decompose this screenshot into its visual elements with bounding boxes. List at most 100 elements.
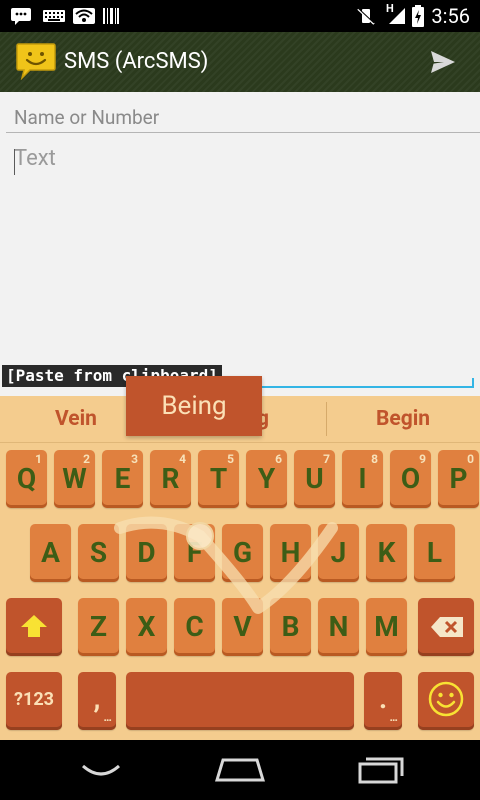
key-n[interactable]: N [318, 598, 359, 656]
key-d-label: D [137, 536, 156, 569]
key-x-label: X [137, 610, 156, 643]
key-q-number-hint: 1 [35, 452, 42, 466]
wifi-icon [73, 8, 95, 24]
key-l[interactable]: L [414, 524, 455, 582]
navigation-bar [0, 740, 480, 800]
suggestion-3[interactable]: Begin [326, 396, 480, 442]
key-h[interactable]: H [270, 524, 311, 582]
key-p-label: P [449, 462, 468, 495]
key-t-number-hint: 5 [227, 452, 234, 466]
key-f[interactable]: F [174, 524, 215, 582]
key-o-label: O [400, 462, 421, 495]
key-e[interactable]: E3 [102, 450, 143, 508]
comma-key[interactable]: ,... [78, 672, 116, 730]
keyboard-icon [43, 10, 65, 22]
key-w[interactable]: W2 [54, 450, 95, 508]
key-p-number-hint: 0 [467, 452, 474, 466]
action-bar: SMS (ArcSMS) [0, 32, 480, 92]
key-y[interactable]: Y6 [246, 450, 287, 508]
barcode-icon [103, 8, 119, 24]
key-s[interactable]: S [78, 524, 119, 582]
status-clock: 3:56 [431, 4, 470, 28]
key-a[interactable]: A [30, 524, 71, 582]
recipient-input[interactable] [6, 102, 480, 133]
key-j-label: J [330, 536, 347, 569]
period-key[interactable]: .... [364, 672, 402, 730]
key-r-label: R [161, 462, 180, 495]
key-i-label: I [358, 462, 367, 495]
key-j[interactable]: J [318, 524, 359, 582]
key-e-number-hint: 3 [131, 452, 138, 466]
key-c-label: C [185, 610, 204, 643]
key-u-number-hint: 7 [323, 452, 330, 466]
key-y-number-hint: 6 [275, 452, 282, 466]
key-n-label: N [328, 610, 349, 643]
send-icon[interactable] [430, 50, 456, 74]
shift-key[interactable] [6, 598, 62, 656]
word-preview-popup: Being [126, 376, 262, 436]
period-key-more-hint: ... [389, 710, 399, 724]
symbols-key-label: ?123 [14, 689, 54, 710]
message-underline-tick [472, 378, 474, 388]
key-t[interactable]: T5 [198, 450, 239, 508]
home-icon[interactable] [215, 758, 265, 782]
key-k[interactable]: K [366, 524, 407, 582]
key-m-label: M [374, 610, 399, 643]
text-cursor [14, 149, 15, 175]
key-i[interactable]: I8 [342, 450, 383, 508]
key-b[interactable]: B [270, 598, 311, 656]
key-q-label: Q [16, 462, 37, 495]
key-z[interactable]: Z [78, 598, 119, 656]
chat-notification-icon [11, 8, 31, 25]
key-p[interactable]: P0 [438, 450, 479, 508]
key-m[interactable]: M [366, 598, 407, 656]
key-u[interactable]: U7 [294, 450, 335, 508]
app-title: SMS (ArcSMS) [64, 49, 209, 74]
message-input[interactable] [6, 142, 480, 380]
key-y-label: Y [257, 462, 276, 495]
keyboard: Vein g Begin Q1W2E3R4T5Y6U7I8O9P0ASDFGHJ… [0, 376, 480, 740]
signal-icon [389, 8, 405, 24]
back-icon[interactable] [80, 762, 122, 780]
sms-smiley-icon[interactable] [16, 42, 56, 80]
key-d[interactable]: D [126, 524, 167, 582]
emoji-key[interactable] [418, 672, 474, 730]
key-u-label: U [305, 462, 324, 495]
backspace-icon [431, 617, 463, 637]
key-v-label: V [233, 610, 252, 643]
key-s-label: S [89, 536, 108, 569]
key-k-label: K [377, 536, 396, 569]
key-o[interactable]: O9 [390, 450, 431, 508]
key-c[interactable]: C [174, 598, 215, 656]
key-x[interactable]: X [126, 598, 167, 656]
key-r-number-hint: 4 [179, 452, 186, 466]
key-l-label: L [426, 536, 443, 569]
key-t-label: T [209, 462, 228, 495]
key-r[interactable]: R4 [150, 450, 191, 508]
key-a-label: A [41, 536, 60, 569]
key-q[interactable]: Q1 [6, 450, 47, 508]
key-h-label: H [280, 536, 301, 569]
key-w-number-hint: 2 [83, 452, 90, 466]
space-key[interactable] [126, 672, 354, 730]
key-v[interactable]: V [222, 598, 263, 656]
comma-key-more-hint: ... [103, 710, 113, 724]
compose-area: [Paste from clipboard] [0, 92, 480, 396]
key-g-label: G [232, 536, 253, 569]
status-bar: H 3:56 [0, 0, 480, 32]
vibrate-mute-icon [357, 7, 375, 25]
key-o-number-hint: 9 [419, 452, 426, 466]
key-z-label: Z [90, 610, 107, 643]
key-g[interactable]: G [222, 524, 263, 582]
key-i-number-hint: 8 [371, 452, 378, 466]
smiley-icon [428, 681, 464, 717]
recent-apps-icon[interactable] [358, 756, 404, 784]
key-b-label: B [281, 610, 300, 643]
shift-arrow-icon [21, 615, 47, 637]
key-w-label: W [62, 462, 87, 495]
backspace-key[interactable] [418, 598, 474, 656]
key-e-label: E [114, 462, 131, 495]
key-f-label: F [186, 536, 203, 569]
battery-icon [412, 5, 424, 27]
symbols-key[interactable]: ?123 [6, 672, 62, 730]
